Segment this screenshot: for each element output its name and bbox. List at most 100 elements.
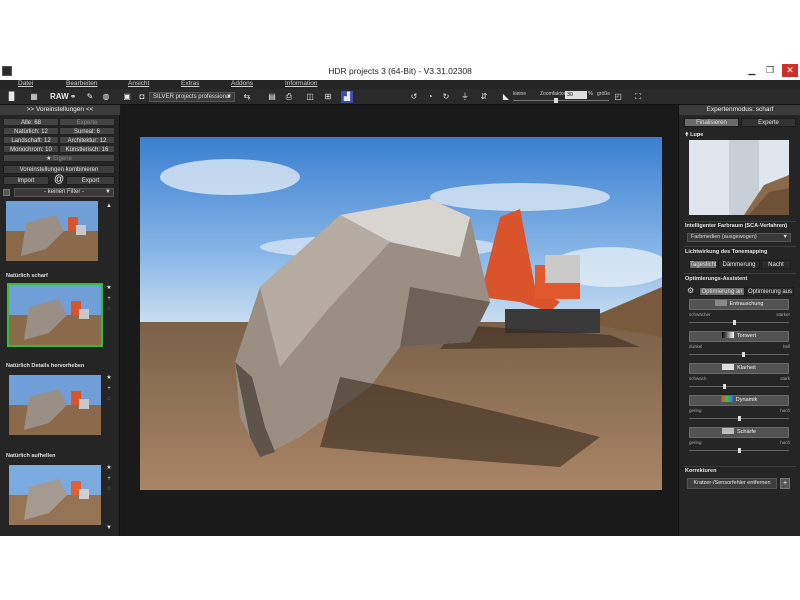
slider-knob[interactable] — [732, 320, 736, 325]
menu-bearbeiten[interactable]: Bearbeiten — [66, 80, 97, 87]
favorite-star-icon[interactable]: ★ — [106, 465, 112, 471]
category-surreal[interactable]: Surreal: 6 — [59, 127, 115, 135]
adjust-0-button[interactable]: Entrauschung — [689, 299, 789, 310]
category-architecture[interactable]: Architektur: 12 — [59, 136, 115, 144]
new-file-icon[interactable]: ▉ — [6, 91, 18, 103]
category-natural[interactable]: Natürlich: 12 — [3, 127, 59, 135]
minimize-button[interactable]: ▁ — [744, 64, 760, 77]
rotate-right-icon[interactable]: ↻ — [440, 91, 452, 103]
zoom-in-icon[interactable]: ◰ — [612, 91, 624, 103]
preset-thumbnail-selected[interactable] — [7, 283, 103, 347]
filter-checkbox[interactable] — [3, 189, 10, 196]
flip-icon[interactable]: ⇵ — [478, 91, 490, 103]
main-photo[interactable] — [140, 137, 662, 490]
add-icon[interactable]: + — [106, 386, 112, 392]
save-icon[interactable]: ▣ — [121, 91, 133, 103]
adjust-slider[interactable] — [689, 352, 789, 357]
category-own[interactable]: ★ Eigene — [3, 154, 115, 162]
slider-knob[interactable] — [722, 384, 726, 389]
combine-presets-button[interactable]: Voreinstellungen kombinieren — [3, 165, 115, 174]
remove-scratches-button[interactable]: Kratzer-/Sensorfehler entfernen — [687, 478, 777, 489]
raw-button[interactable]: RAW — [50, 91, 69, 103]
zoom-out-icon[interactable]: ◣ — [500, 91, 512, 103]
preset-item[interactable]: Natürlich scharf — [6, 273, 103, 358]
open-series-icon[interactable]: ▦ — [28, 91, 40, 103]
menu-extras[interactable]: Extras — [181, 80, 199, 87]
adjust-3-button[interactable]: Dynamik — [689, 395, 789, 406]
slider-knob[interactable] — [737, 416, 741, 421]
favorite-star-icon[interactable]: ★ — [106, 285, 112, 291]
rotate-left-icon[interactable]: ↺ — [408, 91, 420, 103]
print-icon[interactable]: ⎙ — [283, 91, 295, 103]
brush-icon[interactable]: ✎ — [84, 91, 96, 103]
crop-icon[interactable]: ◔ — [424, 91, 436, 103]
light-night-button[interactable]: Nacht — [761, 260, 791, 269]
preset-item[interactable]: Natürlich aufhellen — [6, 453, 102, 533]
category-all[interactable]: Alle: 68 — [3, 118, 59, 126]
tab-expert[interactable]: Experte — [741, 118, 796, 127]
category-artistic[interactable]: Künstlerisch: 16 — [59, 145, 115, 153]
preset-thumbnail[interactable] — [6, 201, 98, 261]
slider-knob[interactable] — [742, 352, 746, 357]
maximize-button[interactable]: ❐ — [762, 64, 778, 77]
adjust-slider[interactable] — [689, 416, 789, 421]
adjust-1-button[interactable]: Tonwert — [689, 331, 789, 342]
preset-select[interactable]: SILVER projects professional ▼ — [149, 92, 235, 102]
light-daylight-button[interactable]: Tageslicht — [689, 260, 717, 269]
at-icon[interactable]: @ — [54, 174, 64, 185]
preset-item[interactable] — [6, 200, 102, 265]
adjust-4-button[interactable]: Schärfe — [689, 427, 789, 438]
adjust-slider[interactable] — [689, 448, 789, 453]
preset-thumbnail[interactable] — [9, 375, 101, 435]
light-dusk-button[interactable]: Dämmerung — [718, 260, 760, 269]
menu-information[interactable]: Information — [285, 80, 318, 87]
category-monochrome[interactable]: Monochrom: 10 — [3, 145, 59, 153]
adjust-slider[interactable] — [689, 384, 789, 389]
zoom-slider[interactable] — [513, 100, 609, 101]
menu-datei[interactable]: Datei — [18, 80, 33, 87]
scroll-up-icon[interactable]: ▲ — [106, 203, 112, 209]
add-icon[interactable]: + — [106, 476, 112, 482]
loupe-preview[interactable] — [689, 140, 789, 215]
reset-icon[interactable]: ◌ — [106, 486, 112, 492]
menu-addons[interactable]: Addons — [231, 80, 253, 87]
image-canvas[interactable] — [121, 105, 677, 536]
colorspace-select[interactable]: Farbmedien (ausgewogen) ▼ — [687, 233, 791, 242]
preset-item[interactable]: Natürlich Details hervorheben — [6, 363, 102, 448]
menu-ansicht[interactable]: Ansicht — [128, 80, 149, 87]
reset-icon[interactable]: ◌ — [106, 306, 112, 312]
assist-off-button[interactable]: Optimierung aus — [746, 287, 794, 296]
filter-select[interactable]: - keinen Filter - ▼ — [14, 188, 114, 197]
zoom-value-field[interactable]: 30 — [565, 91, 587, 99]
tab-finalize[interactable]: Finalisieren — [684, 118, 739, 127]
presets-header[interactable]: >> Voreinstellungen << — [0, 105, 120, 115]
camera-icon[interactable]: ◘ — [136, 91, 148, 103]
align-icon[interactable]: ⚭ — [67, 91, 79, 103]
close-button[interactable]: ✕ — [782, 64, 798, 77]
dynamics-icon — [720, 396, 733, 402]
histogram-icon[interactable]: ▟ — [341, 91, 353, 103]
corrections-add-button[interactable]: + — [780, 478, 790, 489]
mirror-icon[interactable]: ⏚ — [459, 91, 471, 103]
add-icon[interactable]: + — [106, 296, 112, 302]
category-expert[interactable]: Experte — [59, 118, 115, 126]
zoom-slider-thumb[interactable] — [554, 98, 559, 103]
adjust-2-button[interactable]: Klarheit — [689, 363, 789, 374]
ghost-icon[interactable]: ◍ — [100, 91, 112, 103]
fit-icon[interactable]: ⊞ — [322, 91, 334, 103]
adjust-slider[interactable] — [689, 320, 789, 325]
scroll-down-icon[interactable]: ▼ — [106, 525, 112, 531]
export-button[interactable]: Export — [66, 176, 115, 185]
import-button[interactable]: Import — [3, 176, 49, 185]
export-icon[interactable]: ▤ — [266, 91, 278, 103]
category-landscape[interactable]: Landschaft: 12 — [3, 136, 59, 144]
slider-knob[interactable] — [737, 448, 741, 453]
split-view-icon[interactable]: ◫ — [304, 91, 316, 103]
favorite-star-icon[interactable]: ★ — [106, 375, 112, 381]
preset-thumbnail[interactable] — [9, 465, 101, 525]
compare-icon[interactable]: ⇆ — [241, 91, 253, 103]
gear-icon[interactable]: ⚙ — [687, 286, 694, 295]
fullscreen-icon[interactable]: ⛶ — [632, 91, 644, 103]
reset-icon[interactable]: ◌ — [106, 396, 112, 402]
assist-on-button[interactable]: Optimierung an — [699, 287, 745, 296]
